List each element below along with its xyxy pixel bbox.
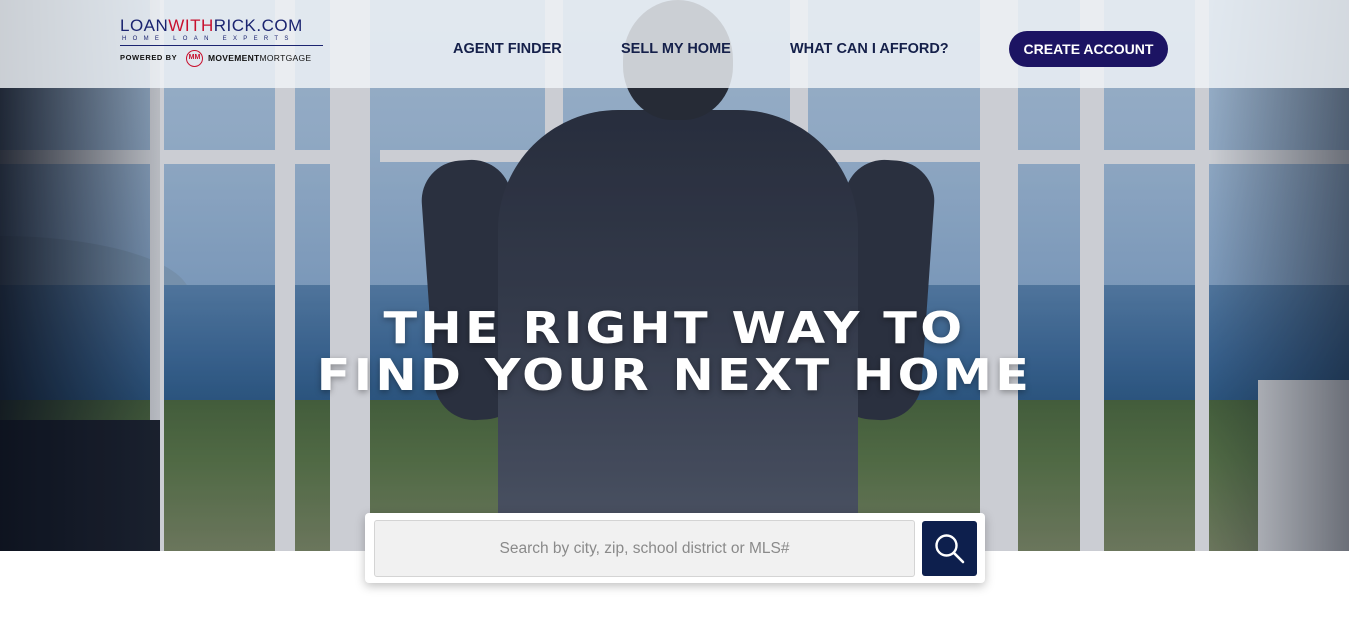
nav-agent-finder[interactable]: AGENT FINDER — [453, 41, 562, 57]
hero-headline-line1: THE RIGHT WAY TO — [383, 303, 966, 354]
logo-partner-rest: MORTGAGE — [259, 53, 312, 63]
logo-text: WITH — [168, 16, 214, 35]
search-input[interactable] — [374, 520, 915, 577]
logo-powered-by: POWERED BY — [120, 53, 178, 62]
logo-text: .COM — [256, 16, 303, 35]
site-logo[interactable]: LOANWITHRICK.COM HOME LOAN EXPERTS POWER… — [120, 16, 325, 68]
logo-tagline: HOME LOAN EXPERTS — [122, 36, 295, 42]
create-account-button[interactable]: CREATE ACCOUNT — [1009, 31, 1168, 67]
logo-partner: MOVEMENTMORTGAGE — [208, 53, 311, 63]
movement-mortgage-icon: MM — [186, 50, 203, 67]
hero-headline-line2: FIND YOUR NEXT HOME — [316, 350, 1033, 401]
search-panel — [365, 513, 985, 583]
nav-what-can-i-afford[interactable]: WHAT CAN I AFFORD? — [790, 41, 949, 57]
site-header: LOANWITHRICK.COM HOME LOAN EXPERTS POWER… — [0, 0, 1349, 88]
logo-text: RICK — [213, 16, 257, 35]
nav-sell-my-home[interactable]: SELL MY HOME — [621, 41, 731, 57]
hero-headline: THE RIGHT WAY TO FIND YOUR NEXT HOME — [0, 305, 1349, 399]
search-icon — [935, 534, 965, 564]
search-button[interactable] — [922, 521, 977, 576]
logo-text: LOAN — [120, 16, 169, 35]
logo-partner-bold: MOVEMENT — [208, 53, 260, 63]
logo-wordmark: LOANWITHRICK.COM — [120, 16, 303, 36]
logo-divider — [120, 45, 323, 46]
